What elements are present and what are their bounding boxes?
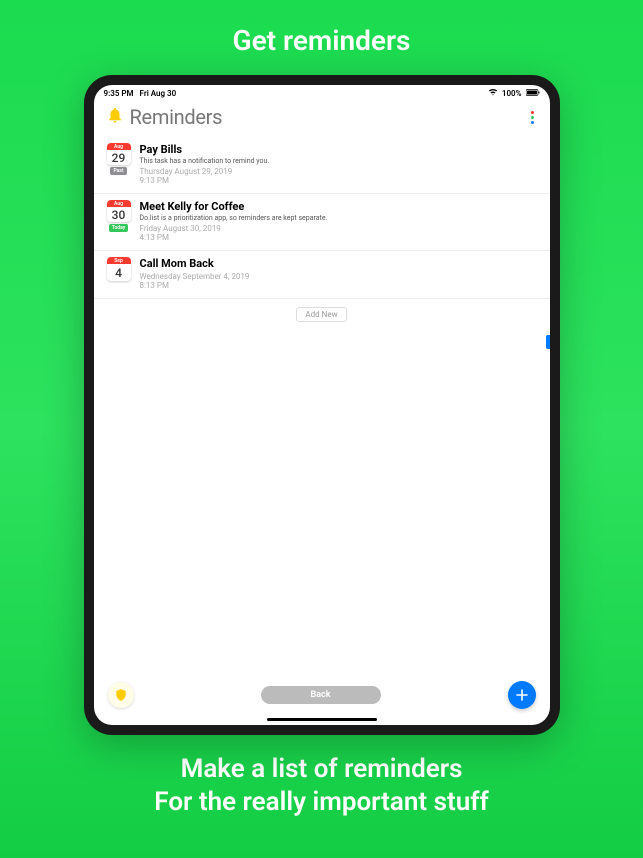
reminder-row[interactable]: Aug30 Today Meet Kelly for CoffeeDo.list i… bbox=[94, 194, 550, 251]
reminder-title: Call Mom Back bbox=[140, 257, 538, 270]
calendar-day: 30 bbox=[107, 207, 131, 222]
promo-line: For the really important stuff bbox=[154, 786, 488, 819]
screen: 9:35 PM Fri Aug 30 100% Reminders bbox=[94, 85, 550, 725]
reminder-body: Meet Kelly for CoffeeDo.list is a priori… bbox=[140, 200, 538, 242]
reminder-date: Wednesday September 4, 2019 bbox=[140, 272, 538, 281]
promo-line: Make a list of reminders bbox=[154, 753, 488, 786]
shield-button[interactable] bbox=[108, 682, 134, 708]
battery-percent: 100% bbox=[502, 89, 522, 98]
status-bar: 9:35 PM Fri Aug 30 100% bbox=[94, 85, 550, 101]
page-header: Reminders bbox=[94, 101, 550, 137]
add-new-button[interactable]: Add New bbox=[296, 307, 346, 322]
dot-icon bbox=[531, 111, 534, 114]
calendar-icon: Aug30 Today bbox=[106, 200, 132, 232]
plus-icon bbox=[514, 687, 530, 703]
back-button[interactable]: Back bbox=[261, 686, 381, 704]
calendar-icon: Sep4 bbox=[106, 257, 132, 289]
ipad-frame: 9:35 PM Fri Aug 30 100% Reminders bbox=[84, 75, 560, 735]
add-button[interactable] bbox=[508, 681, 536, 709]
calendar-month: Sep bbox=[107, 257, 131, 264]
promo-headline: Get reminders bbox=[233, 24, 411, 57]
dot-icon bbox=[531, 121, 534, 124]
reminder-date: Friday August 30, 2019 bbox=[140, 224, 538, 233]
wifi-icon bbox=[488, 88, 498, 98]
date-badge: Past bbox=[110, 167, 126, 175]
battery-icon bbox=[526, 89, 540, 98]
reminder-description: This task has a notification to remind y… bbox=[140, 157, 538, 165]
reminder-time: 9:13 PM bbox=[140, 176, 538, 185]
reminder-time: 4:13 PM bbox=[140, 233, 538, 242]
reminder-date: Thursday August 29, 2019 bbox=[140, 167, 538, 176]
date-badge: Today bbox=[109, 224, 128, 232]
reminder-row[interactable]: Aug29 Past Pay BillsThis task has a notifi… bbox=[94, 137, 550, 194]
page-title: Reminders bbox=[130, 105, 521, 129]
calendar-day: 4 bbox=[107, 264, 131, 281]
reminders-list: Aug29PastPay BillsThis task has a notifi… bbox=[94, 137, 550, 725]
reminder-title: Meet Kelly for Coffee bbox=[140, 200, 538, 213]
reminder-title: Pay Bills bbox=[140, 143, 538, 156]
calendar-month: Aug bbox=[107, 143, 131, 150]
more-menu-button[interactable] bbox=[527, 107, 538, 128]
status-date: Fri Aug 30 bbox=[140, 89, 177, 98]
bell-icon bbox=[106, 106, 124, 128]
home-indicator[interactable] bbox=[267, 718, 377, 721]
reminder-body: Call Mom Back Wednesday September 4, 2019… bbox=[140, 257, 538, 290]
shield-icon bbox=[114, 688, 128, 702]
calendar-day: 29 bbox=[107, 150, 131, 165]
reminder-body: Pay BillsThis task has a notification to… bbox=[140, 143, 538, 185]
promo-subheadline: Make a list of reminders For the really … bbox=[154, 753, 488, 818]
side-tab-handle[interactable] bbox=[546, 335, 550, 349]
status-time: 9:35 PM bbox=[104, 89, 134, 98]
dot-icon bbox=[531, 116, 534, 119]
reminder-description: Do.list is a prioritization app, so remi… bbox=[140, 214, 538, 222]
calendar-icon: Aug29 Past bbox=[106, 143, 132, 175]
reminder-row[interactable]: Sep4 Call Mom Back Wednesday September 4, … bbox=[94, 251, 550, 299]
calendar-month: Aug bbox=[107, 200, 131, 207]
reminder-time: 8:13 PM bbox=[140, 281, 538, 290]
